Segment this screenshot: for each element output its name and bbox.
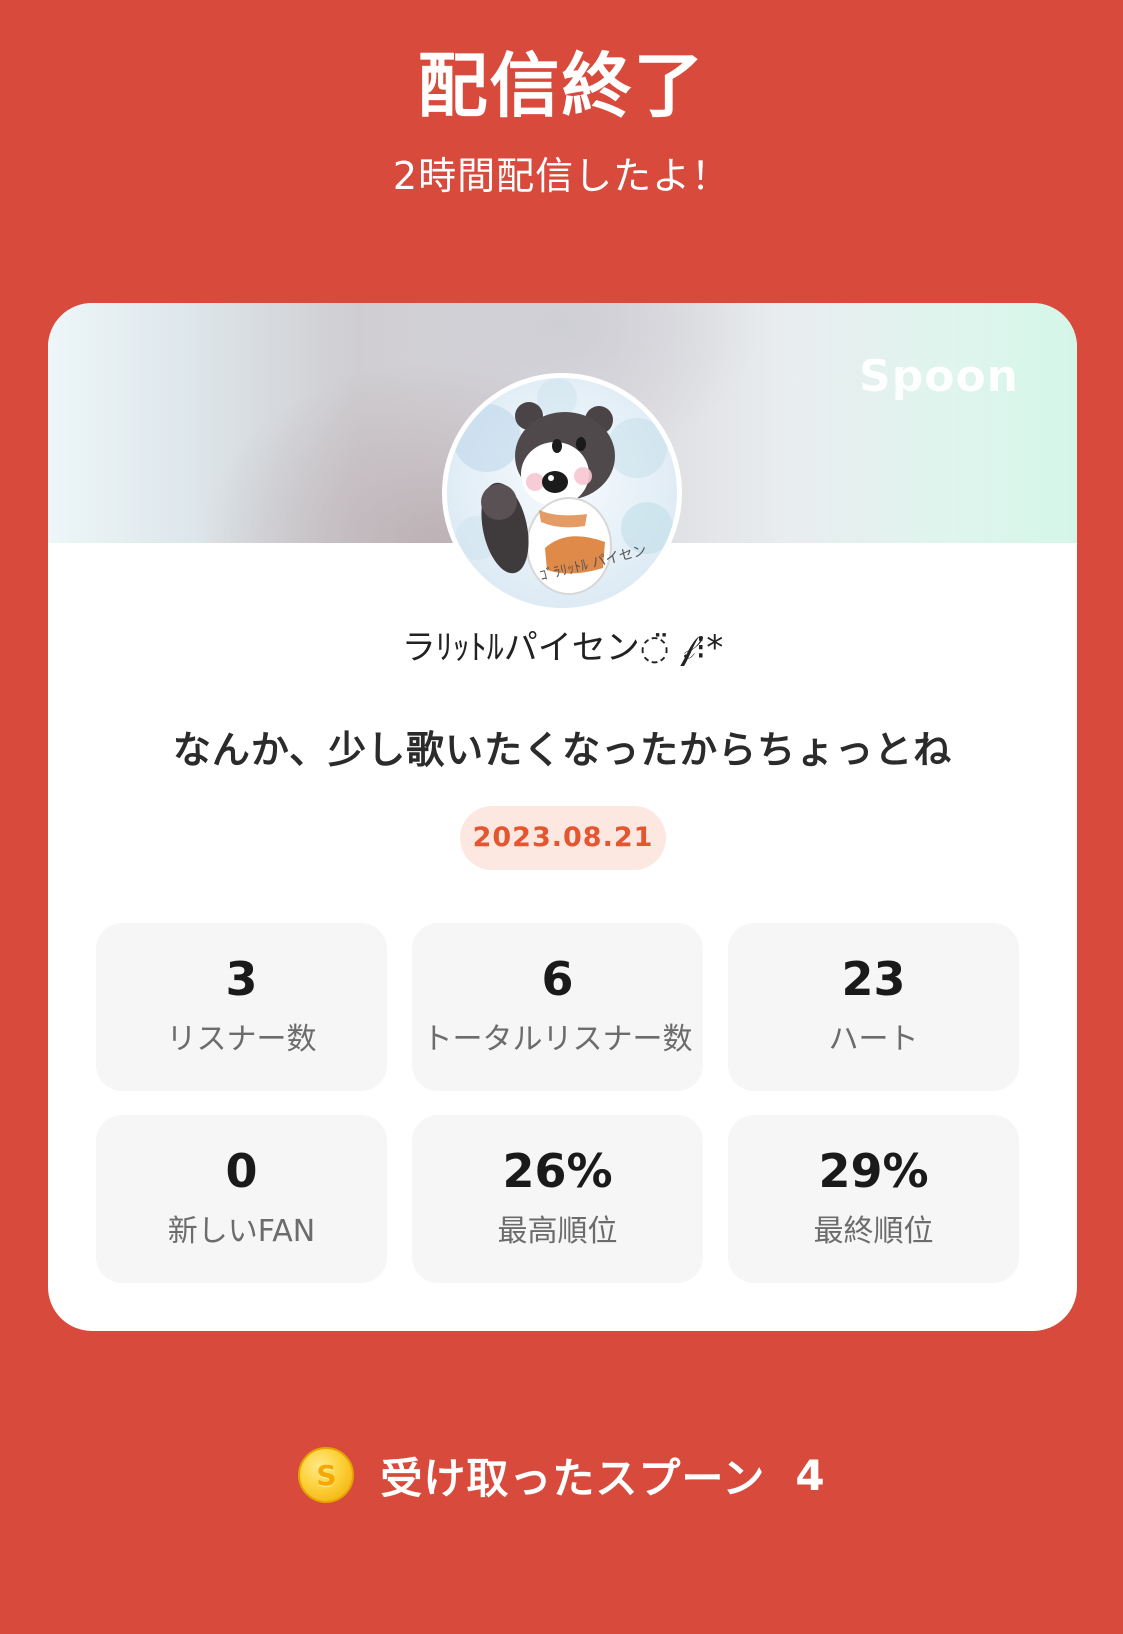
live-title: なんか、少し歌いたくなったからちょっとね [172, 728, 953, 772]
spoons-received: S 受け取ったスプーン 4 [0, 1440, 1123, 1510]
stat-value: 0 [225, 1144, 258, 1198]
stat-value: 23 [841, 952, 906, 1006]
stat-new-fans: 0 新しいFAN [96, 1115, 387, 1283]
spoon-coin-icon: S [298, 1447, 355, 1503]
stat-hearts: 23 ハート [728, 923, 1019, 1091]
stat-listeners: 3 リスナー数 [96, 923, 387, 1091]
stat-label: ハート [828, 1022, 919, 1057]
bear-avatar-icon: ｺﾞﾗﾘｯﾄﾙ パイセン [447, 378, 677, 608]
stat-value: 6 [541, 952, 574, 1006]
stat-label: 最終順位 [813, 1214, 934, 1249]
spoons-count: 4 [795, 1450, 825, 1500]
broadcast-summary-card: Spoon ｺﾞﾗﾘｯﾄﾙ パイセン ラﾘｯﾄﾙパイセン◌̈ 𝒻⁝* なんか、少… [48, 303, 1077, 1331]
stat-final-rank: 29% 最終順位 [728, 1115, 1019, 1283]
stat-label: トータルリスナー数 [422, 1022, 693, 1057]
spoons-label: 受け取ったスプーン [380, 1453, 766, 1503]
coin-letter: S [316, 1458, 337, 1492]
stat-total-listeners: 6 トータルリスナー数 [412, 923, 703, 1091]
stat-value: 3 [225, 952, 258, 1006]
avatar[interactable]: ｺﾞﾗﾘｯﾄﾙ パイセン [442, 373, 682, 613]
spoon-logo: Spoon [859, 351, 1019, 402]
broadcast-duration-text: 2時間配信したよ！ [392, 154, 731, 198]
stat-label: 最高順位 [497, 1214, 618, 1249]
stats-grid: 3 リスナー数 6 トータルリスナー数 23 ハート 0 新しいFAN 26% … [96, 923, 1020, 1283]
stat-label: リスナー数 [166, 1022, 317, 1057]
page-title: 配信終了 [417, 45, 706, 127]
stat-highest-rank: 26% 最高順位 [412, 1115, 703, 1283]
username[interactable]: ラﾘｯﾄﾙパイセン◌̈ 𝒻⁝* [48, 625, 1077, 671]
stat-value: 26% [502, 1144, 613, 1198]
stat-label: 新しいFAN [167, 1214, 316, 1249]
stat-value: 29% [818, 1144, 929, 1198]
date-badge: 2023.08.21 [460, 806, 666, 870]
